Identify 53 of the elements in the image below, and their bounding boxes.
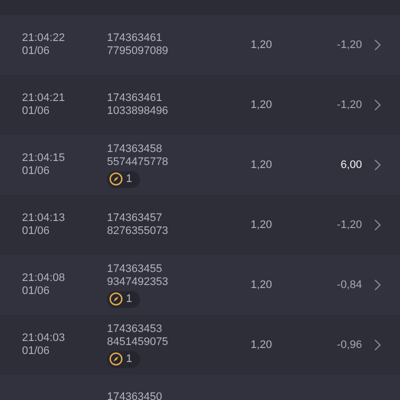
result-text: -1,20	[336, 218, 362, 233]
compass-icon	[109, 352, 123, 366]
result-text: 6,00	[340, 158, 362, 173]
compass-icon	[109, 292, 123, 306]
id-text: 174363455	[107, 262, 164, 276]
transaction-row[interactable]: 21:04:22 01/06 174363461 7795097089 1,20 -1,20	[0, 15, 400, 75]
transaction-row[interactable]: 174363450	[0, 375, 400, 400]
stake-text: 1,20	[250, 218, 272, 233]
chevron-right-icon	[374, 39, 381, 51]
date-text: 01/06	[22, 285, 51, 298]
time-text: 21:04:03	[22, 332, 66, 345]
id-text: 1033898496	[107, 105, 170, 118]
stake-text: 1,20	[250, 98, 272, 113]
id-text: 5574475778	[107, 156, 170, 168]
date-text: 01/06	[22, 45, 51, 58]
chevron-right-icon	[374, 159, 381, 171]
count-badge: 1	[107, 350, 140, 368]
stake-text: 1,20	[250, 38, 272, 53]
transaction-row[interactable]: 21:04:08 01/06 174363455 9347492353 1 1,20 -0,84	[0, 255, 400, 315]
result-text: -0,96	[336, 338, 362, 353]
chevron-right-icon	[374, 339, 381, 351]
date-text: 01/06	[22, 165, 51, 178]
stake-text: 1,20	[250, 278, 272, 293]
id-text: 174363461	[107, 32, 164, 45]
id-text: 9347492353	[107, 276, 170, 288]
id-text: 8276355073	[107, 225, 170, 238]
id-text: 174363450	[107, 391, 162, 400]
time-text: 21:04:13	[22, 212, 66, 225]
date-text: 01/06	[22, 225, 51, 238]
chevron-right-icon	[374, 279, 381, 291]
date-text: 01/06	[22, 105, 51, 118]
result-text: -1,20	[336, 38, 362, 53]
compass-icon	[109, 172, 123, 186]
id-text: 7795097089	[107, 45, 170, 58]
stake-text: 1,20	[250, 158, 272, 173]
result-text: -0,84	[336, 278, 362, 293]
time-text: 21:04:08	[22, 272, 66, 285]
time-text: 21:04:15	[22, 152, 66, 165]
chevron-right-icon	[374, 99, 381, 111]
stake-text: 1,20	[250, 338, 272, 353]
id-text: 174363461	[107, 92, 164, 105]
count-badge: 1	[107, 290, 140, 308]
id-text: 174363457	[107, 212, 164, 225]
time-text: 21:04:21	[22, 92, 66, 105]
id-text: 8451459075	[107, 336, 170, 348]
count-badge: 1	[107, 170, 140, 188]
chevron-right-icon	[374, 219, 381, 231]
transaction-row[interactable]: 21:04:15 01/06 174363458 5574475778 1 1,20 6,00	[0, 135, 400, 195]
time-text: 21:04:22	[22, 32, 66, 45]
date-text: 01/06	[22, 345, 51, 358]
id-text: 174363458	[107, 142, 164, 156]
result-text: -1,20	[336, 98, 362, 113]
id-text: 174363453	[107, 322, 164, 336]
